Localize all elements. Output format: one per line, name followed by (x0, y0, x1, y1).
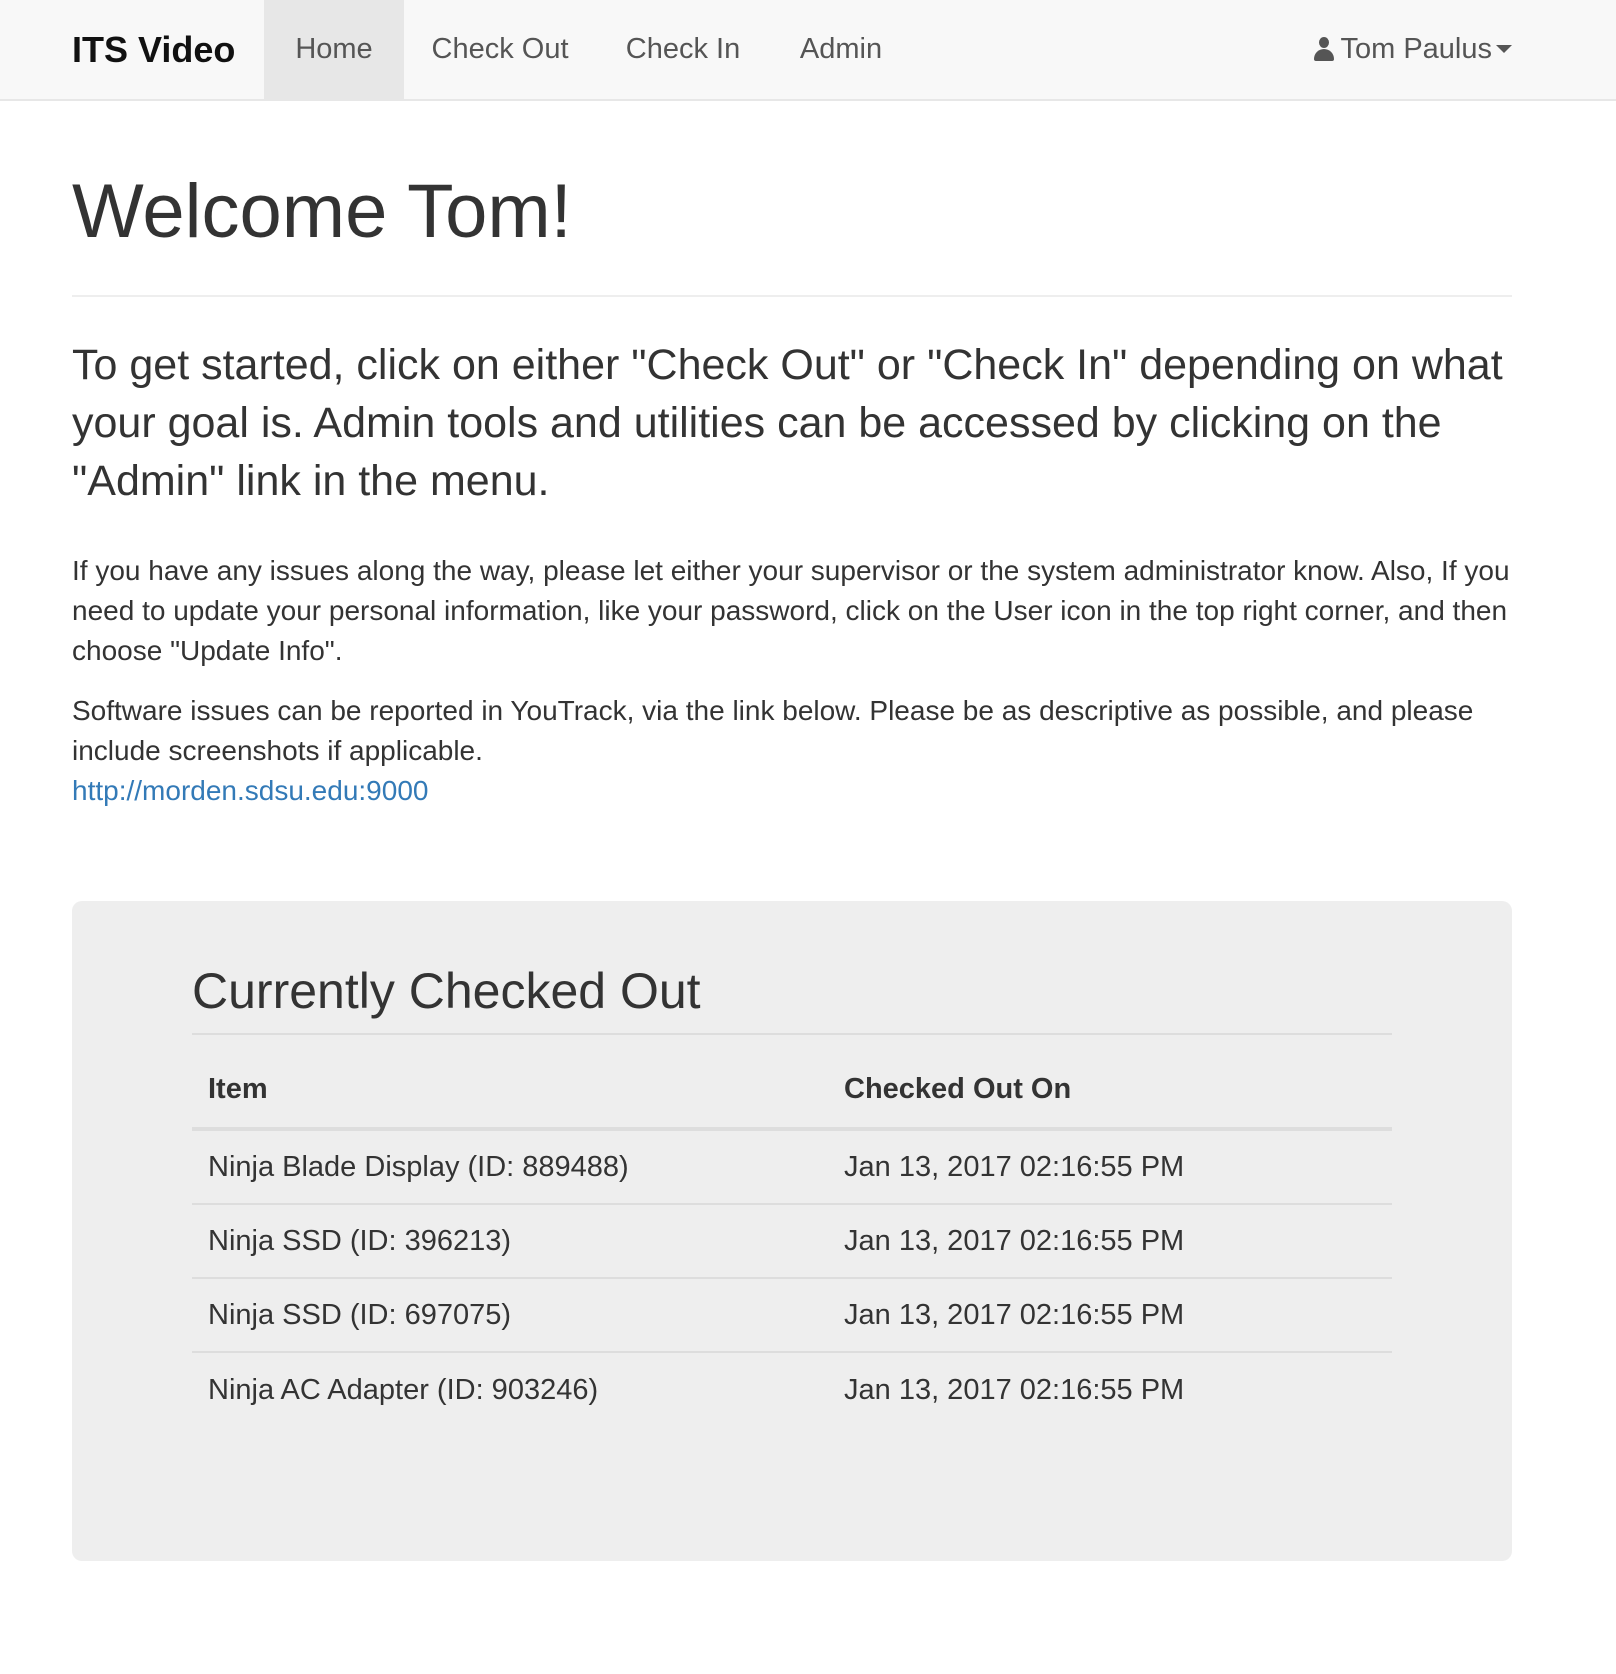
software-issues-text: Software issues can be reported in YouTr… (72, 695, 1474, 766)
nav-admin[interactable]: Admin (770, 0, 912, 99)
page-title: Welcome Tom! (72, 169, 572, 254)
date-cell: Jan 13, 2017 02:16:55 PM (844, 1224, 1185, 1257)
user-icon (1314, 37, 1335, 61)
navbar: ITS Video Home Check Out Check In Admin … (0, 0, 1616, 101)
help-paragraph: If you have any issues along the way, pl… (72, 555, 1510, 666)
youtrack-link[interactable]: http://morden.sdsu.edu:9000 (72, 775, 428, 806)
column-header-checked-out-on: Checked Out On (844, 1072, 1072, 1105)
item-cell: Ninja AC Adapter (ID: 903246) (208, 1373, 599, 1406)
table-header-row: Item Checked Out On (192, 1041, 1392, 1131)
item-cell: Ninja SSD (ID: 396213) (208, 1224, 512, 1257)
checked-out-table: Item Checked Out On Ninja Blade Display … (192, 1041, 1392, 1427)
title-divider (72, 295, 1512, 297)
brand-link[interactable]: ITS Video (72, 0, 235, 99)
user-name: Tom Paulus (1340, 33, 1492, 65)
date-cell: Jan 13, 2017 02:16:55 PM (844, 1150, 1185, 1183)
nav-home[interactable]: Home (264, 0, 404, 99)
panel-divider (192, 1033, 1392, 1035)
checked-out-panel: Currently Checked Out Item Checked Out O… (72, 901, 1512, 1561)
item-cell: Ninja SSD (ID: 697075) (208, 1298, 512, 1331)
checked-out-title: Currently Checked Out (192, 963, 701, 1019)
user-menu-dropdown[interactable]: Tom Paulus (1314, 0, 1512, 99)
date-cell: Jan 13, 2017 02:16:55 PM (844, 1373, 1185, 1406)
table-row: Ninja Blade Display (ID: 889488) Jan 13,… (192, 1131, 1392, 1205)
date-cell: Jan 13, 2017 02:16:55 PM (844, 1298, 1185, 1331)
table-row: Ninja SSD (ID: 697075) Jan 13, 2017 02:1… (192, 1279, 1392, 1353)
lead-text: To get started, click on either "Check O… (72, 341, 1503, 505)
caret-down-icon (1496, 45, 1512, 53)
software-issues-paragraph: Software issues can be reported in YouTr… (72, 691, 1532, 811)
nav-check-in[interactable]: Check In (596, 0, 770, 99)
item-cell: Ninja Blade Display (ID: 889488) (208, 1150, 629, 1183)
nav-check-out[interactable]: Check Out (404, 0, 596, 99)
table-row: Ninja SSD (ID: 396213) Jan 13, 2017 02:1… (192, 1205, 1392, 1279)
table-row: Ninja AC Adapter (ID: 903246) Jan 13, 20… (192, 1353, 1392, 1427)
column-header-item: Item (208, 1072, 268, 1105)
